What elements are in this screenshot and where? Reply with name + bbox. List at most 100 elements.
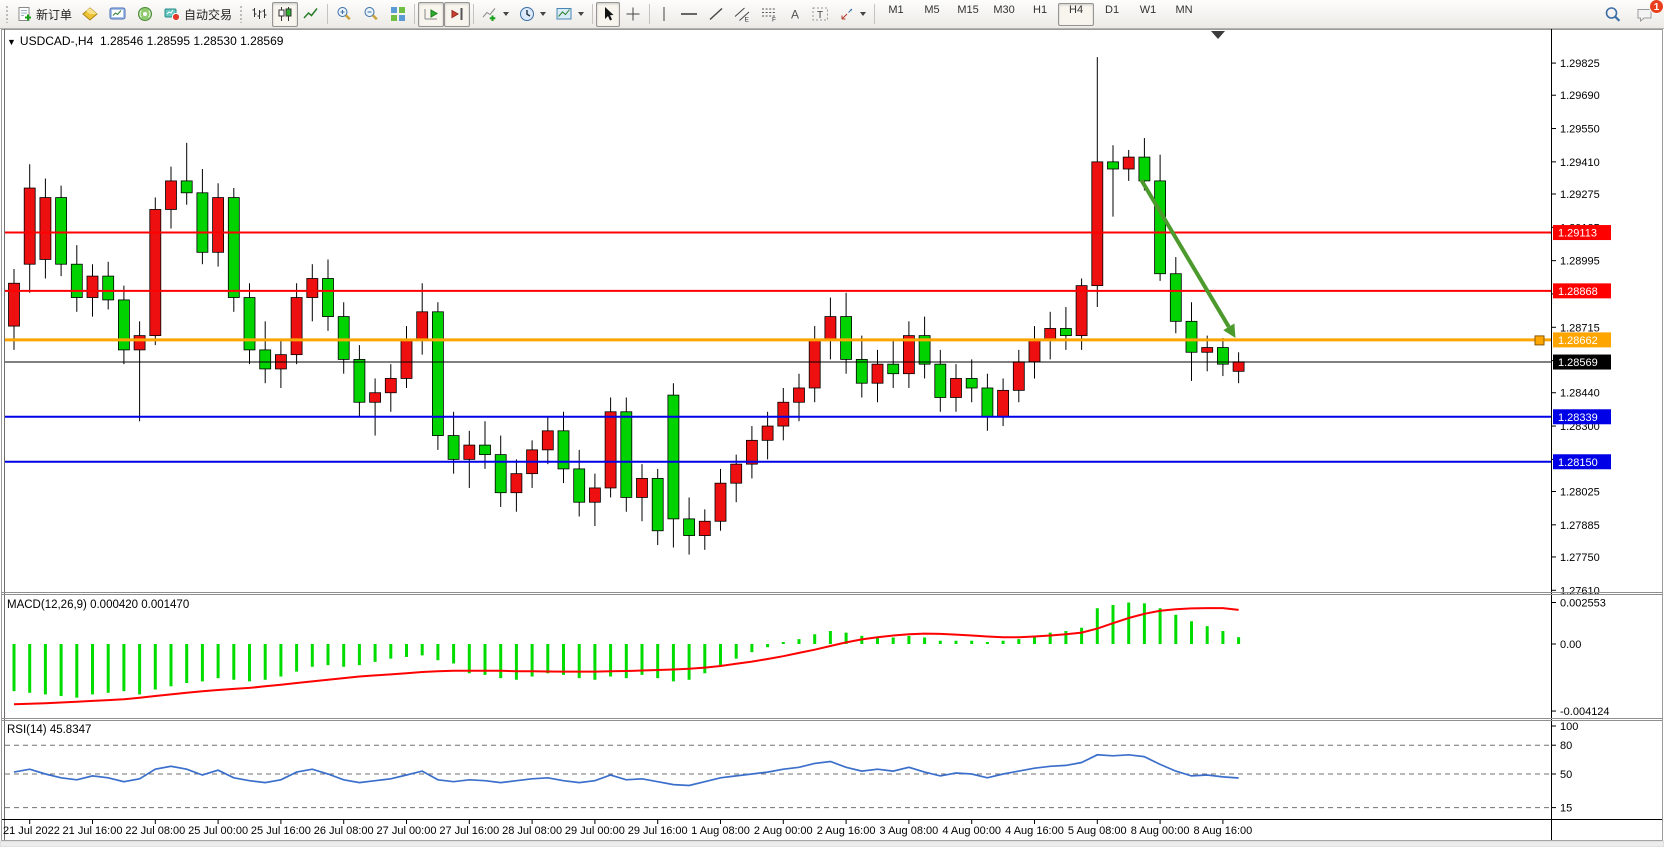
text-label-button[interactable]: T bbox=[807, 2, 834, 27]
line-price-label: 1.29113 bbox=[1558, 228, 1597, 240]
crosshair-button[interactable] bbox=[620, 2, 646, 27]
candle-down bbox=[684, 519, 695, 536]
timeframe-w1[interactable]: W1 bbox=[1130, 3, 1166, 26]
candle-down bbox=[1170, 274, 1181, 322]
date-tick-label: 1 Aug 08:00 bbox=[691, 825, 750, 837]
new-order-button[interactable]: 新订单 bbox=[12, 3, 77, 26]
horizontal-line-icon bbox=[680, 6, 698, 22]
date-tick-label: 2 Aug 16:00 bbox=[817, 825, 876, 837]
rsi-tick-label: 15 bbox=[1560, 803, 1572, 815]
date-tick-label: 28 Jul 08:00 bbox=[502, 825, 562, 837]
candlestick-chart-icon bbox=[277, 6, 293, 22]
candle-up bbox=[1123, 157, 1134, 169]
candle-down bbox=[181, 181, 192, 193]
timeframe-d1[interactable]: D1 bbox=[1094, 3, 1130, 26]
zoom-in-button[interactable] bbox=[331, 2, 358, 27]
notifications-button[interactable]: 1 bbox=[1631, 2, 1659, 27]
chart-shift-button[interactable] bbox=[444, 2, 470, 27]
rsi-tick-label: 100 bbox=[1560, 721, 1578, 733]
candle-down bbox=[260, 350, 271, 369]
candle-down bbox=[935, 364, 946, 397]
timeframe-h4[interactable]: H4 bbox=[1058, 3, 1094, 26]
terminal-icon bbox=[109, 6, 127, 22]
candlestick-chart-button[interactable] bbox=[272, 2, 298, 27]
channel-icon: E bbox=[734, 6, 751, 22]
date-tick-label: 8 Aug 00:00 bbox=[1131, 825, 1190, 837]
candle-down bbox=[448, 436, 459, 460]
auto-scroll-icon bbox=[423, 6, 439, 22]
timeframe-m1[interactable]: M1 bbox=[878, 3, 914, 26]
candle-down bbox=[966, 378, 977, 388]
candle-down bbox=[103, 276, 114, 300]
candle-up bbox=[809, 340, 820, 388]
line-chart-icon bbox=[303, 6, 319, 22]
price-tick-label: 1.28440 bbox=[1560, 388, 1600, 400]
candle-up bbox=[1202, 348, 1213, 353]
auto-scroll-button[interactable] bbox=[418, 2, 444, 27]
price-tick-label: 1.27885 bbox=[1560, 520, 1600, 532]
terminal-button[interactable] bbox=[104, 2, 132, 27]
timeframe-h1[interactable]: H1 bbox=[1022, 3, 1058, 26]
date-tick-label: 2 Aug 00:00 bbox=[754, 825, 813, 837]
notification-badge: 1 bbox=[1649, 0, 1664, 14]
indicators-icon bbox=[482, 6, 498, 22]
date-tick-label: 3 Aug 08:00 bbox=[880, 825, 939, 837]
line-chart-button[interactable] bbox=[298, 2, 324, 27]
candle-down bbox=[338, 317, 349, 360]
candle-down bbox=[71, 264, 82, 297]
gold-button[interactable] bbox=[77, 2, 104, 27]
text-icon: A bbox=[788, 6, 802, 22]
candle-up bbox=[291, 298, 302, 355]
templates-button[interactable] bbox=[551, 2, 589, 27]
date-tick-label: 5 Aug 08:00 bbox=[1068, 825, 1127, 837]
timeframe-group: M1M5M15M30H1H4D1W1MN bbox=[878, 3, 1202, 26]
cursor-button[interactable] bbox=[596, 2, 620, 27]
candle-up bbox=[511, 474, 522, 493]
signal-button[interactable] bbox=[132, 2, 159, 27]
timeframe-m15[interactable]: M15 bbox=[950, 3, 986, 26]
line-price-label: 1.28868 bbox=[1558, 286, 1598, 298]
trendline-button[interactable] bbox=[703, 2, 729, 27]
tile-windows-button[interactable] bbox=[385, 2, 411, 27]
line-handle[interactable] bbox=[1535, 336, 1544, 345]
timeframe-m30[interactable]: M30 bbox=[986, 3, 1022, 26]
svg-text:T: T bbox=[817, 10, 823, 21]
candle-up bbox=[150, 209, 161, 335]
candle-down bbox=[621, 412, 632, 498]
chart-title: ▼USDCAD-,H4 1.28546 1.28595 1.28530 1.28… bbox=[7, 34, 283, 48]
signal-icon bbox=[137, 6, 154, 22]
zoom-out-button[interactable] bbox=[358, 2, 385, 27]
price-tick-label: 1.29690 bbox=[1560, 90, 1600, 102]
indicators-button[interactable] bbox=[477, 2, 514, 27]
text-button[interactable]: A bbox=[783, 2, 807, 27]
arrows-button[interactable] bbox=[834, 2, 871, 27]
channel-button[interactable]: E bbox=[729, 2, 756, 27]
auto-trading-button[interactable]: 自动交易 bbox=[159, 3, 237, 26]
chart-canvas[interactable]: 1.298251.296901.295501.294101.292751.291… bbox=[0, 29, 1664, 847]
bar-chart-button[interactable] bbox=[246, 2, 272, 27]
candle-up bbox=[166, 181, 177, 210]
horizontal-line-button[interactable] bbox=[675, 2, 703, 27]
dropdown-arrow-icon bbox=[540, 12, 546, 16]
toolbar-grip bbox=[239, 5, 244, 23]
candle-down bbox=[888, 364, 899, 374]
line-price-label: 1.28569 bbox=[1558, 357, 1598, 369]
date-tick-label: 25 Jul 16:00 bbox=[251, 825, 311, 837]
price-tick-label: 1.28025 bbox=[1560, 487, 1600, 499]
candle-up bbox=[1029, 340, 1040, 361]
timeframe-m5[interactable]: M5 bbox=[914, 3, 950, 26]
periods-button[interactable] bbox=[514, 2, 551, 27]
timeframe-mn[interactable]: MN bbox=[1166, 3, 1202, 26]
chart-menu-arrow-icon[interactable]: ▼ bbox=[7, 37, 16, 47]
candle-up bbox=[464, 445, 475, 459]
candle-up bbox=[762, 426, 773, 440]
fibonacci-button[interactable]: F bbox=[756, 2, 783, 27]
candle-down bbox=[1139, 157, 1150, 181]
date-tick-label: 25 Jul 00:00 bbox=[188, 825, 248, 837]
search-button[interactable] bbox=[1599, 2, 1627, 27]
candle-up bbox=[589, 488, 600, 502]
vertical-line-button[interactable] bbox=[653, 2, 675, 27]
candle-up bbox=[1233, 362, 1244, 372]
candle-up bbox=[417, 312, 428, 341]
templates-icon bbox=[556, 6, 573, 22]
